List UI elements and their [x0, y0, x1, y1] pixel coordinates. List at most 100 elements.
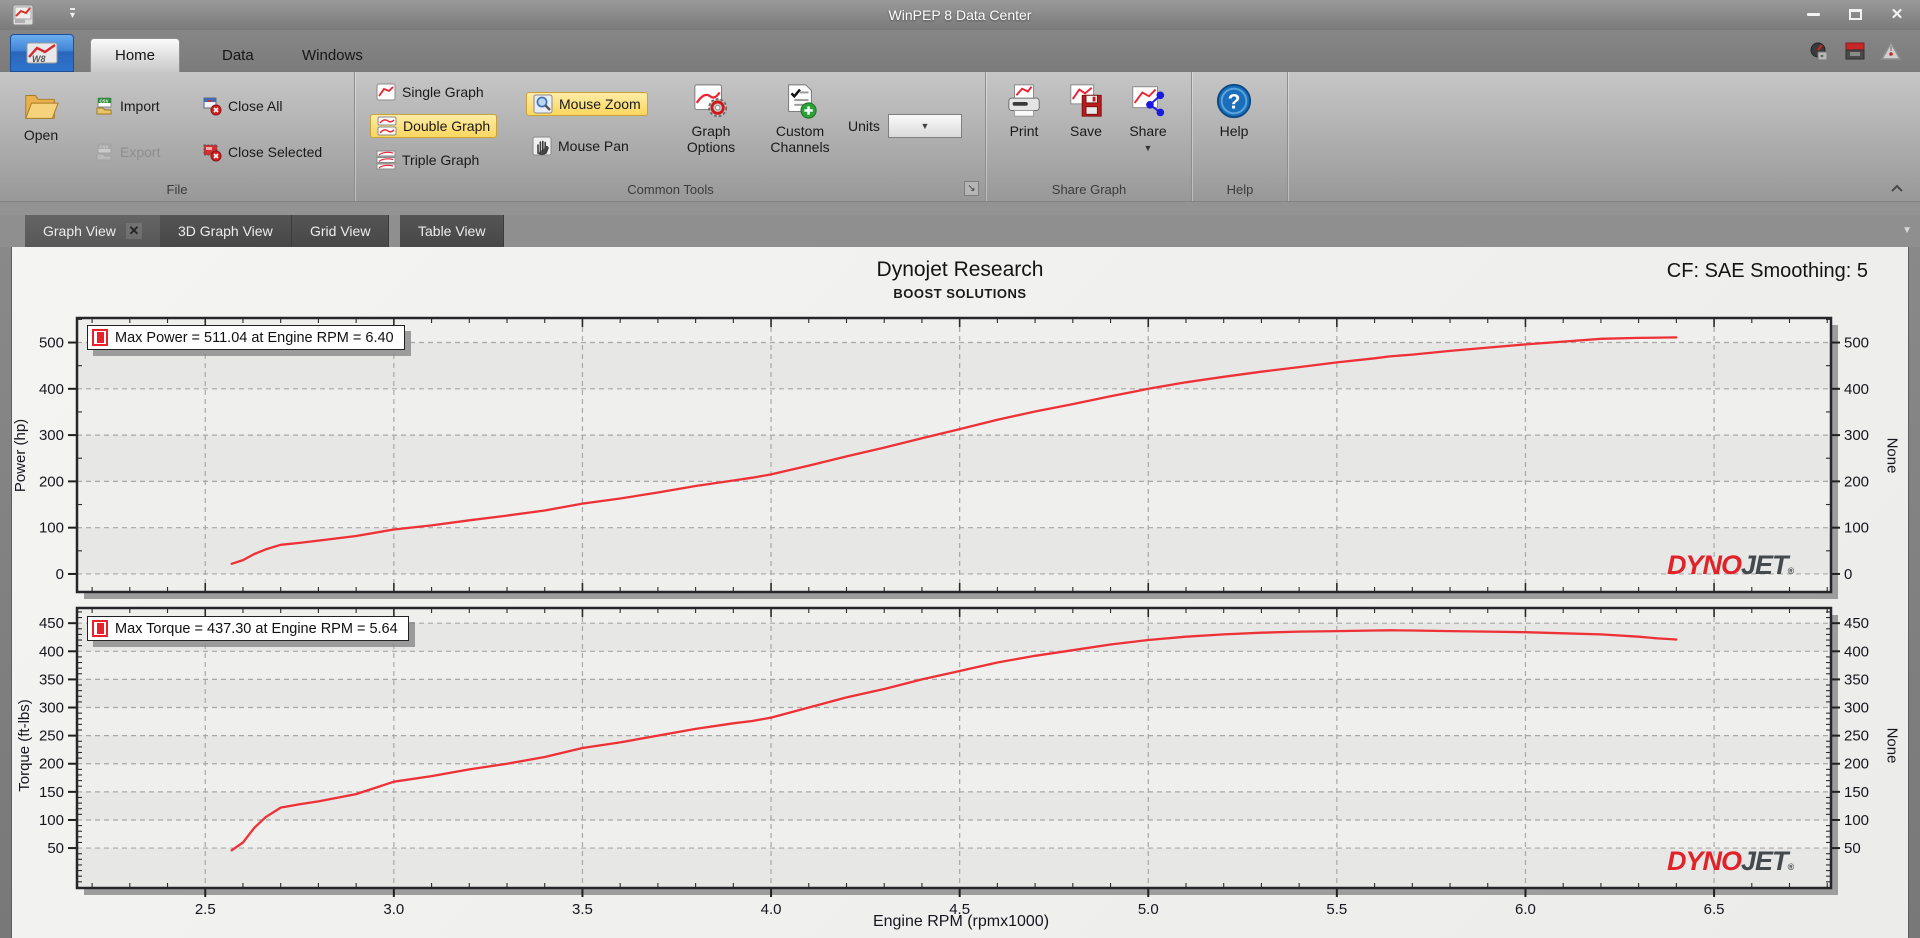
device-icon[interactable] — [1844, 40, 1866, 62]
svg-text:100: 100 — [39, 520, 64, 537]
export-icon: CSV — [96, 143, 112, 161]
close-selected-label: Close Selected — [228, 144, 323, 160]
double-graph-label: Double Graph — [403, 118, 491, 134]
svg-text:400: 400 — [39, 643, 64, 660]
legend-swatch-icon — [92, 329, 108, 346]
svg-text:100: 100 — [1844, 812, 1869, 829]
svg-text:450: 450 — [1844, 615, 1869, 632]
svg-text:0: 0 — [56, 566, 64, 583]
ribbon: Open CSV Import CSV Export Close All Clo… — [0, 72, 1920, 202]
svg-text:300: 300 — [1844, 700, 1869, 717]
close-all-button[interactable]: Close All — [196, 94, 288, 118]
tab-close-icon[interactable]: ✕ — [125, 223, 142, 239]
share-label: Share — [1129, 123, 1167, 139]
mouse-pan-button[interactable]: Mouse Pan — [526, 134, 635, 158]
close-selected-button[interactable]: Close Selected — [196, 140, 328, 164]
minimize-icon — [1806, 12, 1820, 16]
maximize-icon — [1848, 8, 1862, 20]
gauge-icon[interactable] — [1808, 40, 1830, 62]
custom-channels-label: Custom Channels — [770, 123, 830, 155]
svg-text:50: 50 — [47, 840, 64, 857]
common-tools-group-label: Common Tools — [627, 182, 714, 197]
svg-text:350: 350 — [1844, 671, 1869, 688]
torque-right-axis-label: None — [1883, 727, 1901, 764]
save-button[interactable]: Save — [1059, 82, 1113, 139]
svg-text:250: 250 — [1844, 728, 1869, 745]
triple-graph-icon — [376, 150, 396, 170]
graph-options-icon — [694, 84, 728, 118]
svg-text:300: 300 — [1844, 427, 1869, 444]
tab-windows[interactable]: Windows — [278, 38, 387, 72]
maximize-button[interactable] — [1846, 6, 1864, 22]
power-chart[interactable]: 0 0 100 100 200 200 300 300 400 400 500 500 — [9, 310, 1913, 600]
tab-grid-view-label: Grid View — [310, 223, 371, 239]
power-right-axis-label: None — [1883, 437, 1901, 474]
tab-graph-view-label: Graph View — [43, 223, 116, 239]
share-dropdown-icon: ▼ — [1143, 143, 1153, 153]
tab-graph-view[interactable]: Graph View ✕ — [25, 215, 161, 247]
svg-text:CSV: CSV — [100, 98, 109, 103]
share-button[interactable]: Share ▼ — [1121, 82, 1175, 156]
svg-text:0: 0 — [1844, 566, 1852, 583]
graph-options-label: Graph Options — [686, 123, 736, 155]
ribbon-tab-row: W8 Home Data Windows — [0, 30, 1920, 72]
print-button[interactable]: Print — [997, 82, 1051, 139]
svg-text:450: 450 — [39, 615, 64, 632]
app-window: ▾ WinPEP 8 Data Center ✕ W8 Home Data Wi… — [0, 0, 1920, 938]
torque-axis-label: Torque (ft-lbs) — [15, 699, 33, 792]
application-menu-button[interactable]: W8 — [10, 34, 74, 72]
file-group-label: File — [166, 182, 188, 197]
tab-data[interactable]: Data — [198, 38, 278, 72]
import-icon: CSV — [96, 97, 112, 115]
svg-text:200: 200 — [39, 756, 64, 773]
print-label: Print — [1009, 123, 1039, 139]
svg-text:100: 100 — [39, 812, 64, 829]
svg-text:300: 300 — [39, 427, 64, 444]
mouse-zoom-label: Mouse Zoom — [559, 96, 641, 112]
graph-subtitle: BOOST SOLUTIONS — [893, 286, 1027, 301]
open-button[interactable]: Open — [22, 86, 60, 143]
correction-factor-label: CF: SAE Smoothing: 5 — [1666, 260, 1868, 282]
help-button[interactable]: ? Help — [1215, 82, 1253, 139]
svg-text:W8: W8 — [32, 54, 46, 64]
mouse-pan-icon — [532, 136, 552, 156]
single-graph-label: Single Graph — [402, 84, 484, 100]
tab-grid-view[interactable]: Grid View — [292, 215, 390, 247]
share-icon — [1132, 86, 1165, 117]
torque-chart[interactable]: 50 50 100 100 150 150 200 200 250 250 300 300 350 350… — [9, 600, 1913, 938]
dynojet-logo: DYNOJET® — [1667, 846, 1794, 876]
tab-3d-graph-view[interactable]: 3D Graph View — [160, 215, 292, 247]
triple-graph-button[interactable]: Triple Graph — [370, 148, 485, 172]
power-legend: Max Power = 511.04 at Engine RPM = 6.40 — [87, 325, 405, 350]
svg-text:200: 200 — [1844, 756, 1869, 773]
alert-triangle-icon[interactable] — [1880, 40, 1902, 62]
export-button[interactable]: CSV Export — [88, 140, 166, 164]
torque-legend: Max Torque = 437.30 at Engine RPM = 5.64 — [87, 616, 409, 641]
tab-table-view[interactable]: Table View — [400, 215, 505, 247]
print-icon — [1008, 84, 1040, 117]
tab-overflow-icon[interactable]: ▼ — [1902, 225, 1912, 236]
svg-text:150: 150 — [39, 784, 64, 801]
custom-channels-button[interactable]: Custom Channels — [758, 82, 842, 155]
svg-text:500: 500 — [1844, 335, 1869, 352]
power-legend-text: Max Power = 511.04 at Engine RPM = 6.40 — [115, 329, 394, 346]
graph-options-button[interactable]: Graph Options — [672, 82, 750, 155]
tab-3d-graph-view-label: 3D Graph View — [178, 223, 273, 239]
mouse-zoom-button[interactable]: Mouse Zoom — [526, 92, 648, 116]
tab-home[interactable]: Home — [90, 38, 181, 72]
collapse-ribbon-button[interactable] — [1888, 183, 1906, 195]
minimize-button[interactable] — [1804, 6, 1822, 22]
double-graph-icon — [377, 116, 397, 136]
custom-channels-icon — [788, 84, 817, 119]
double-graph-button[interactable]: Double Graph — [370, 114, 498, 138]
import-button[interactable]: CSV Import — [88, 94, 166, 118]
ribbon-group-share-graph: Print Save Share ▼ Share Graph — [987, 72, 1192, 201]
torque-legend-text: Max Torque = 437.30 at Engine RPM = 5.64 — [115, 620, 398, 637]
legend-swatch-icon — [92, 620, 108, 637]
single-graph-button[interactable]: Single Graph — [370, 80, 490, 104]
close-button[interactable]: ✕ — [1888, 6, 1906, 23]
units-dropdown[interactable]: ▼ — [887, 114, 962, 138]
export-label: Export — [120, 144, 161, 160]
svg-text:500: 500 — [39, 335, 64, 352]
svg-text:200: 200 — [1844, 473, 1869, 490]
